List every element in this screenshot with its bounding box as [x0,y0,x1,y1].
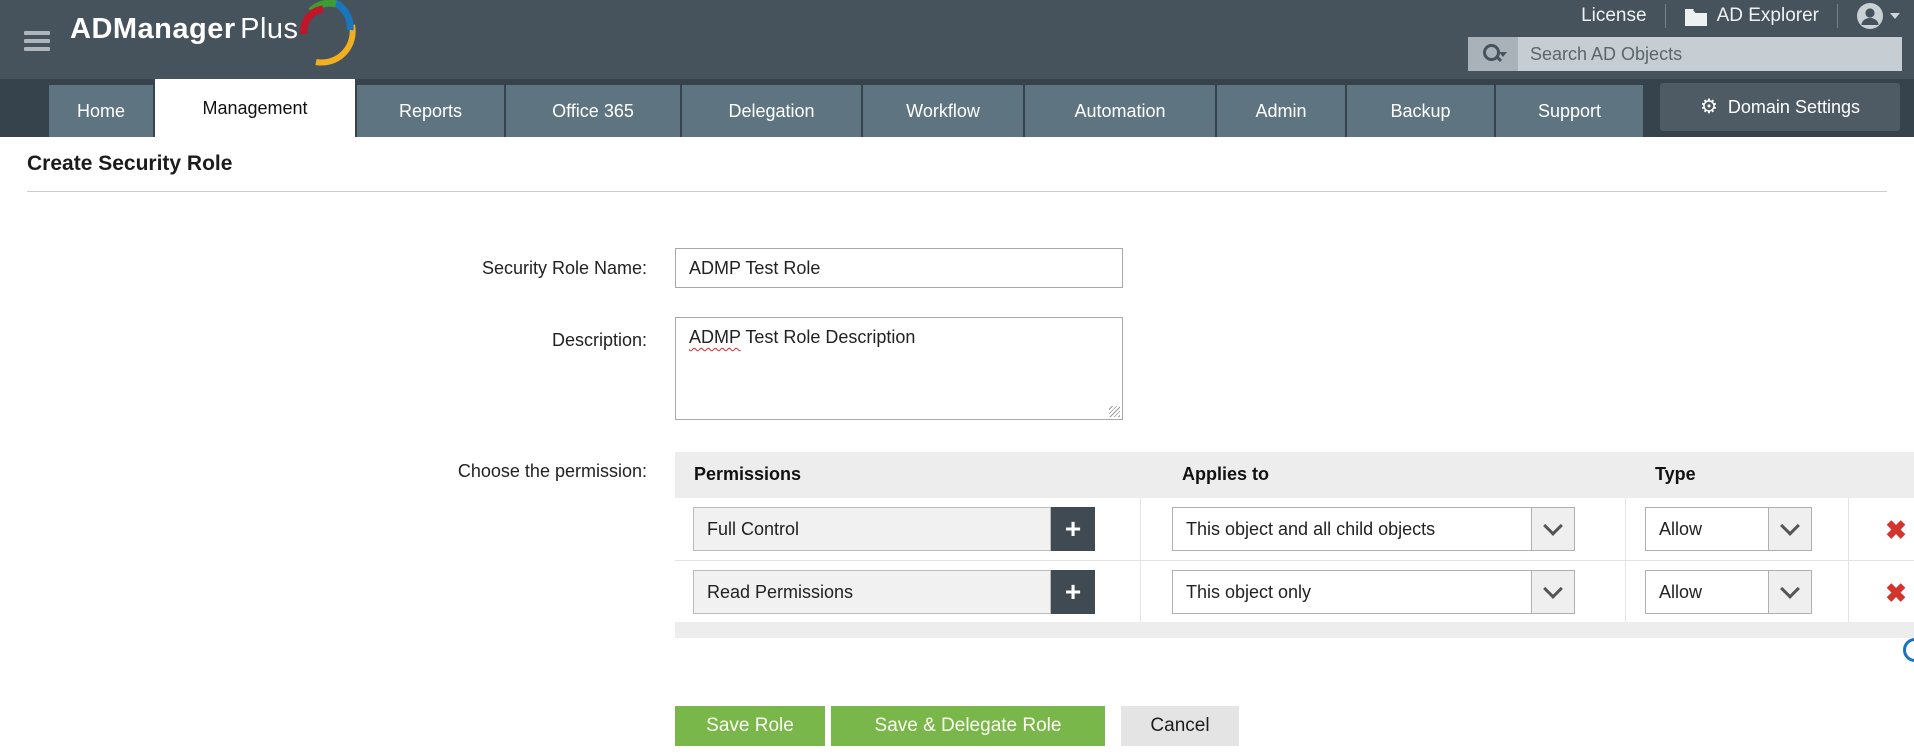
tab-home[interactable]: Home [49,85,153,137]
logo-swirl-icon [288,0,364,66]
gear-icon: ⚙ [1700,97,1718,117]
domain-settings-button[interactable]: ⚙ Domain Settings [1660,83,1900,131]
ad-explorer-link[interactable]: AD Explorer [1684,5,1819,27]
chevron-down-icon [1543,516,1563,536]
permission-name-box[interactable]: Full Control [693,507,1051,551]
choose-permission-label: Choose the permission: [300,461,647,482]
divider [1665,4,1666,28]
ad-explorer-label: AD Explorer [1717,5,1819,27]
delete-row-button[interactable]: ✖ [1881,578,1911,608]
save-role-button[interactable]: Save Role [675,706,825,746]
table-header-row: Permissions Applies to Type [675,452,1914,498]
divider [27,191,1887,192]
permissions-table: Permissions Applies to Type Full Control… [675,452,1914,638]
tab-workflow[interactable]: Workflow [863,85,1023,137]
type-value: Allow [1646,519,1768,540]
chevron-down-icon [1780,579,1800,599]
select-arrow-box [1531,571,1574,613]
description-text-misspelled: ADMP [689,327,741,347]
folder-icon [1684,7,1708,26]
page-title: Create Security Role [27,152,232,176]
column-header-applies-to: Applies to [1182,464,1269,485]
resize-handle[interactable] [1109,406,1120,417]
logo-text-bold: ADManager [70,13,236,45]
applies-to-select[interactable]: This object and all child objects [1172,507,1575,551]
select-arrow-box [1768,571,1811,613]
search-icon [1483,44,1503,64]
select-arrow-box [1531,508,1574,550]
app-logo: ADManager Plus [70,13,299,61]
description-label: Description: [300,330,647,351]
column-header-permissions: Permissions [694,464,801,485]
description-text: Test Role Description [741,327,916,347]
tab-management[interactable]: Management [155,79,355,137]
add-permission-button[interactable]: + [1051,507,1095,551]
tab-automation[interactable]: Automation [1025,85,1215,137]
divider [1837,4,1838,28]
delete-row-button[interactable]: ✖ [1881,515,1911,545]
applies-to-value: This object and all child objects [1173,519,1531,540]
cancel-button[interactable]: Cancel [1121,706,1239,746]
tab-delegation[interactable]: Delegation [682,85,861,137]
license-link[interactable]: License [1581,5,1647,27]
description-textarea[interactable]: ADMP Test Role Description [675,317,1123,420]
domain-settings-label: Domain Settings [1728,97,1860,118]
add-permission-button[interactable]: + [1051,570,1095,614]
chevron-down-icon [1780,516,1800,536]
menu-icon[interactable] [24,31,50,53]
app-window: ADManager Plus License AD Explorer [0,0,1914,755]
tab-admin[interactable]: Admin [1217,85,1345,137]
delete-icon: ✖ [1885,517,1907,543]
role-name-input[interactable] [675,248,1123,288]
permission-name-box[interactable]: Read Permissions [693,570,1051,614]
user-menu[interactable] [1856,2,1900,30]
table-footer-strip [675,622,1914,638]
edge-widget-icon[interactable] [1903,638,1914,662]
select-arrow-box [1768,508,1811,550]
type-select[interactable]: Allow [1645,570,1812,614]
tab-support[interactable]: Support [1496,85,1643,137]
user-avatar-icon [1856,2,1884,30]
type-value: Allow [1646,582,1768,603]
applies-to-value: This object only [1173,582,1531,603]
search-scope-button[interactable] [1468,37,1518,71]
type-select[interactable]: Allow [1645,507,1812,551]
header-links: License AD Explorer [1581,2,1900,30]
tab-reports[interactable]: Reports [357,85,504,137]
search-bar [1468,37,1902,71]
column-header-type: Type [1655,464,1696,485]
delete-icon: ✖ [1885,580,1907,606]
role-name-label: Security Role Name: [300,258,647,279]
plus-icon: + [1065,515,1081,543]
chevron-down-icon [1890,13,1900,19]
tab-backup[interactable]: Backup [1347,85,1494,137]
search-input[interactable] [1518,37,1902,71]
table-row: Read Permissions + This object only Allo… [675,561,1914,623]
chevron-down-icon [1543,579,1563,599]
applies-to-select[interactable]: This object only [1172,570,1575,614]
save-delegate-role-button[interactable]: Save & Delegate Role [831,706,1105,746]
tab-office365[interactable]: Office 365 [506,85,680,137]
table-row: Full Control + This object and all child… [675,498,1914,560]
plus-icon: + [1065,578,1081,606]
